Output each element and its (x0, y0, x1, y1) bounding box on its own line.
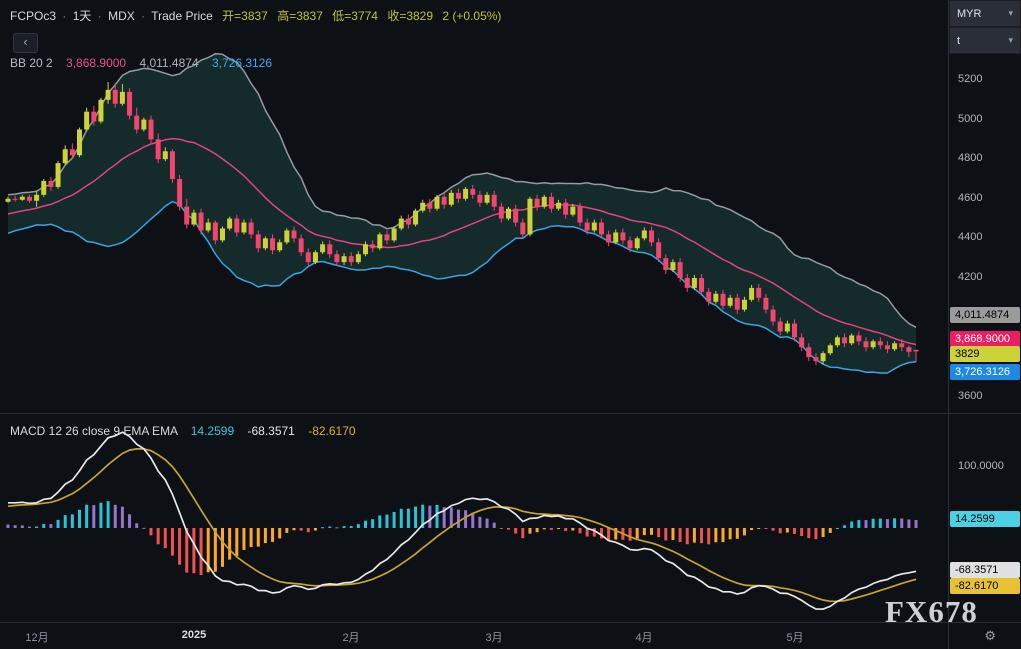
price-type-label: Trade Price (151, 9, 213, 23)
unit-dropdown[interactable]: t ▾ (949, 27, 1021, 54)
chevron-down-icon: ▾ (1008, 8, 1013, 19)
currency-dropdown[interactable]: MYR ▾ (949, 0, 1021, 27)
macd-hist-badge: 14.2599 (950, 511, 1020, 527)
macd-signal-badge: -82.6170 (950, 578, 1020, 594)
bb-indicator-title: BB 20 2 (10, 56, 53, 70)
bb-upper-value: 4,011.4874 (139, 56, 198, 70)
close-value: 收=3829 (387, 9, 433, 23)
separator-dot: · (98, 9, 102, 23)
price-tick-label: 4600 (958, 192, 982, 204)
symbol-name[interactable]: FCPOc3 (10, 9, 56, 23)
price-axis[interactable]: 4,011.4874 3,868.9000 3829 3,726.3126 14… (949, 0, 1021, 649)
low-value: 低=3774 (332, 9, 378, 23)
separator-dot: · (62, 9, 66, 23)
price-tick-label: 4200 (958, 271, 982, 283)
settings-gear-icon[interactable]: ⚙ (984, 628, 996, 644)
price-tick-label: 4400 (958, 231, 982, 243)
bb-lower-price-badge: 3,726.3126 (950, 364, 1020, 380)
price-tick-label: 5000 (958, 113, 982, 125)
time-axis-label: 2月 (342, 629, 359, 645)
pane-separator[interactable] (0, 413, 1021, 414)
back-button[interactable]: ‹ (13, 33, 38, 53)
change-value: 2 (+0.05%) (442, 9, 501, 23)
macd-pane[interactable] (0, 415, 948, 622)
high-value: 高=3837 (277, 9, 323, 23)
time-axis-label: 2025 (182, 629, 206, 641)
bb-mid-price-badge: 3,868.9000 (950, 331, 1020, 347)
open-value: 开=3837 (222, 9, 268, 23)
time-axis-label: 5月 (786, 629, 803, 645)
bb-upper-price-badge: 4,011.4874 (950, 307, 1020, 323)
trading-chart-window: FCPOc3 · 1天 · MDX · Trade Price 开=3837 高… (0, 0, 1021, 649)
macd-line-value: -68.3571 (247, 424, 294, 438)
price-tick-label: 4800 (958, 152, 982, 164)
symbol-legend: FCPOc3 · 1天 · MDX · Trade Price 开=3837 高… (10, 7, 501, 24)
time-axis-label: 12月 (25, 629, 48, 645)
chevron-down-icon: ▾ (1008, 35, 1013, 46)
currency-value: MYR (957, 8, 981, 20)
macd-indicator-title: MACD 12 26 close 9 EMA EMA (10, 424, 177, 438)
bb-lower-value: 3,726.3126 (212, 56, 272, 70)
interval-label[interactable]: 1天 (73, 9, 92, 23)
bb-legend[interactable]: BB 20 2 3,868.9000 4,011.4874 3,726.3126 (10, 56, 272, 70)
last-price-badge: 3829 (950, 346, 1020, 362)
macd-legend[interactable]: MACD 12 26 close 9 EMA EMA 14.2599 -68.3… (10, 424, 356, 438)
fx678-watermark: FX678 (885, 594, 978, 630)
time-axis-label: 4月 (635, 629, 652, 645)
price-tick-label: 3600 (958, 390, 982, 402)
time-axis-label: 3月 (485, 629, 502, 645)
time-axis[interactable]: 12月 2025 2月 3月 4月 5月 (0, 622, 1021, 649)
exchange-label: MDX (108, 9, 135, 23)
macd-line-badge: -68.3571 (950, 562, 1020, 578)
macd-hist-value: 14.2599 (191, 424, 234, 438)
separator-dot: · (141, 9, 145, 23)
unit-value: t (957, 35, 960, 47)
macd-signal-value: -82.6170 (308, 424, 355, 438)
price-tick-label: 5200 (958, 73, 982, 85)
macd-tick-label: 100.0000 (958, 460, 1004, 472)
bb-mid-value: 3,868.9000 (66, 56, 126, 70)
